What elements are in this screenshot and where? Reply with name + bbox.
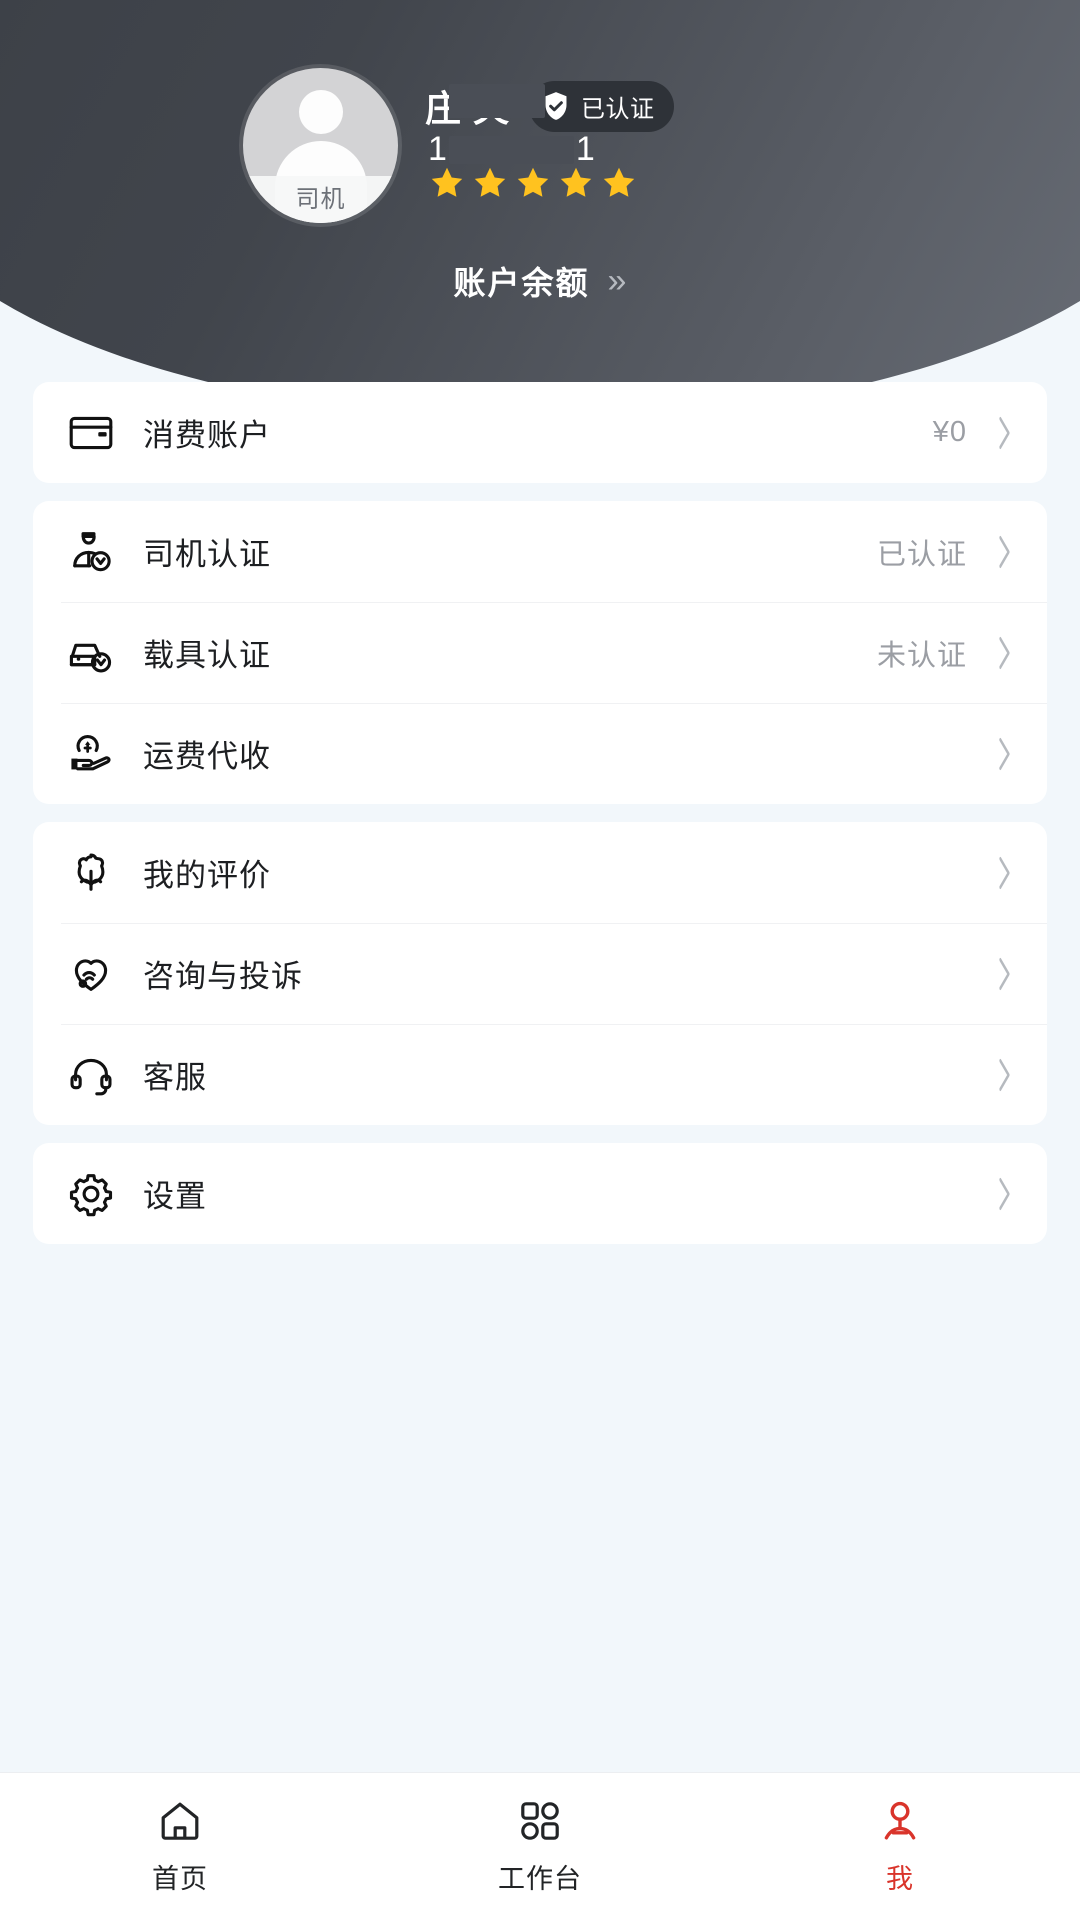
menu-card: 消费账户 ¥0 xyxy=(33,382,1047,483)
menu-row-label: 载具认证 xyxy=(143,638,271,673)
chevron-right-icon xyxy=(993,735,1015,773)
freight-collect-icon xyxy=(61,726,121,782)
complaint-icon xyxy=(61,946,121,1002)
card-icon xyxy=(61,405,121,461)
user-icon xyxy=(876,1797,924,1845)
user-id-redaction-mask xyxy=(448,135,574,164)
menu-card: 司机认证 已认证载具认证 未认证运费代收 xyxy=(33,501,1047,804)
menu-row[interactable]: 我的评价 xyxy=(33,822,1047,923)
name-row: 庄 夫 已认证 xyxy=(425,80,674,132)
vehicle-verify-icon xyxy=(61,625,121,681)
menu-row-value: ¥0 xyxy=(932,416,967,448)
chevron-right-icon xyxy=(993,1056,1015,1094)
chevron-right-icon xyxy=(993,854,1015,892)
chevron-right-icon xyxy=(993,1175,1015,1213)
workbench-icon xyxy=(516,1797,564,1845)
tab-user[interactable]: 我 xyxy=(720,1773,1080,1920)
tab-label: 工作台 xyxy=(498,1864,582,1894)
avatar[interactable]: 司机 xyxy=(243,68,398,223)
driver-verify-icon xyxy=(61,524,121,580)
gear-icon xyxy=(61,1166,121,1222)
menu-row[interactable]: 运费代收 xyxy=(33,703,1047,804)
menu-row[interactable]: 消费账户 ¥0 xyxy=(33,382,1047,483)
chevron-right-icon xyxy=(993,955,1015,993)
account-balance-entry[interactable]: 账户余额 » xyxy=(0,258,1080,304)
tab-label: 我 xyxy=(886,1864,914,1894)
menu-card: 我的评价咨询与投诉客服 xyxy=(33,822,1047,1125)
menu-row-label: 运费代收 xyxy=(143,739,271,774)
bottom-tab-bar: 首页 工作台 我 xyxy=(0,1772,1080,1920)
menu-row-value: 已认证 xyxy=(876,538,967,571)
menu-row[interactable]: 客服 xyxy=(33,1024,1047,1125)
avatar-role-label: 司机 xyxy=(243,176,398,223)
menu-row[interactable]: 载具认证 未认证 xyxy=(33,602,1047,703)
menu-row[interactable]: 咨询与投诉 xyxy=(33,923,1047,1024)
star-icon xyxy=(600,164,638,202)
user-name: 庄 夫 xyxy=(425,80,545,132)
tab-home[interactable]: 首页 xyxy=(0,1773,360,1920)
chevron-right-icon xyxy=(993,533,1015,571)
profile-page: 司机 庄 夫 已认证 1 xyxy=(0,0,1080,1920)
menu-list: 消费账户 ¥0 司机认证 已认证载具认证 未认证运费代收我的评价咨询与投诉客服设置 xyxy=(0,382,1080,1262)
name-redaction-mask xyxy=(449,84,545,118)
chevron-double-right-icon: » xyxy=(607,262,627,300)
menu-row-label: 消费账户 xyxy=(143,418,271,453)
menu-card: 设置 xyxy=(33,1143,1047,1244)
star-icon xyxy=(428,164,466,202)
status-badge: 已认证 xyxy=(529,80,674,132)
status-badge-label: 已认证 xyxy=(581,95,655,123)
headset-icon xyxy=(61,1047,121,1103)
profile-header: 司机 庄 夫 已认证 1 xyxy=(0,0,1080,420)
menu-row-value: 未认证 xyxy=(876,639,967,672)
menu-row-label: 司机认证 xyxy=(143,537,271,572)
menu-row-label: 我的评价 xyxy=(143,858,271,893)
tab-label: 首页 xyxy=(152,1864,208,1894)
flower-icon xyxy=(61,845,121,901)
menu-row-label: 设置 xyxy=(143,1179,207,1214)
rating-stars xyxy=(428,164,638,202)
star-icon xyxy=(471,164,509,202)
menu-row[interactable]: 司机认证 已认证 xyxy=(33,501,1047,602)
menu-row-label: 客服 xyxy=(143,1060,207,1095)
star-icon xyxy=(514,164,552,202)
avatar-head-shape xyxy=(298,90,343,134)
account-balance-label: 账户余额 xyxy=(453,265,590,301)
chevron-right-icon xyxy=(993,414,1015,452)
shield-check-icon xyxy=(539,89,573,123)
star-icon xyxy=(557,164,595,202)
chevron-right-icon xyxy=(993,634,1015,672)
menu-row-label: 咨询与投诉 xyxy=(143,959,303,994)
menu-row[interactable]: 设置 xyxy=(33,1143,1047,1244)
home-icon xyxy=(156,1797,204,1845)
tab-workbench[interactable]: 工作台 xyxy=(360,1773,720,1920)
